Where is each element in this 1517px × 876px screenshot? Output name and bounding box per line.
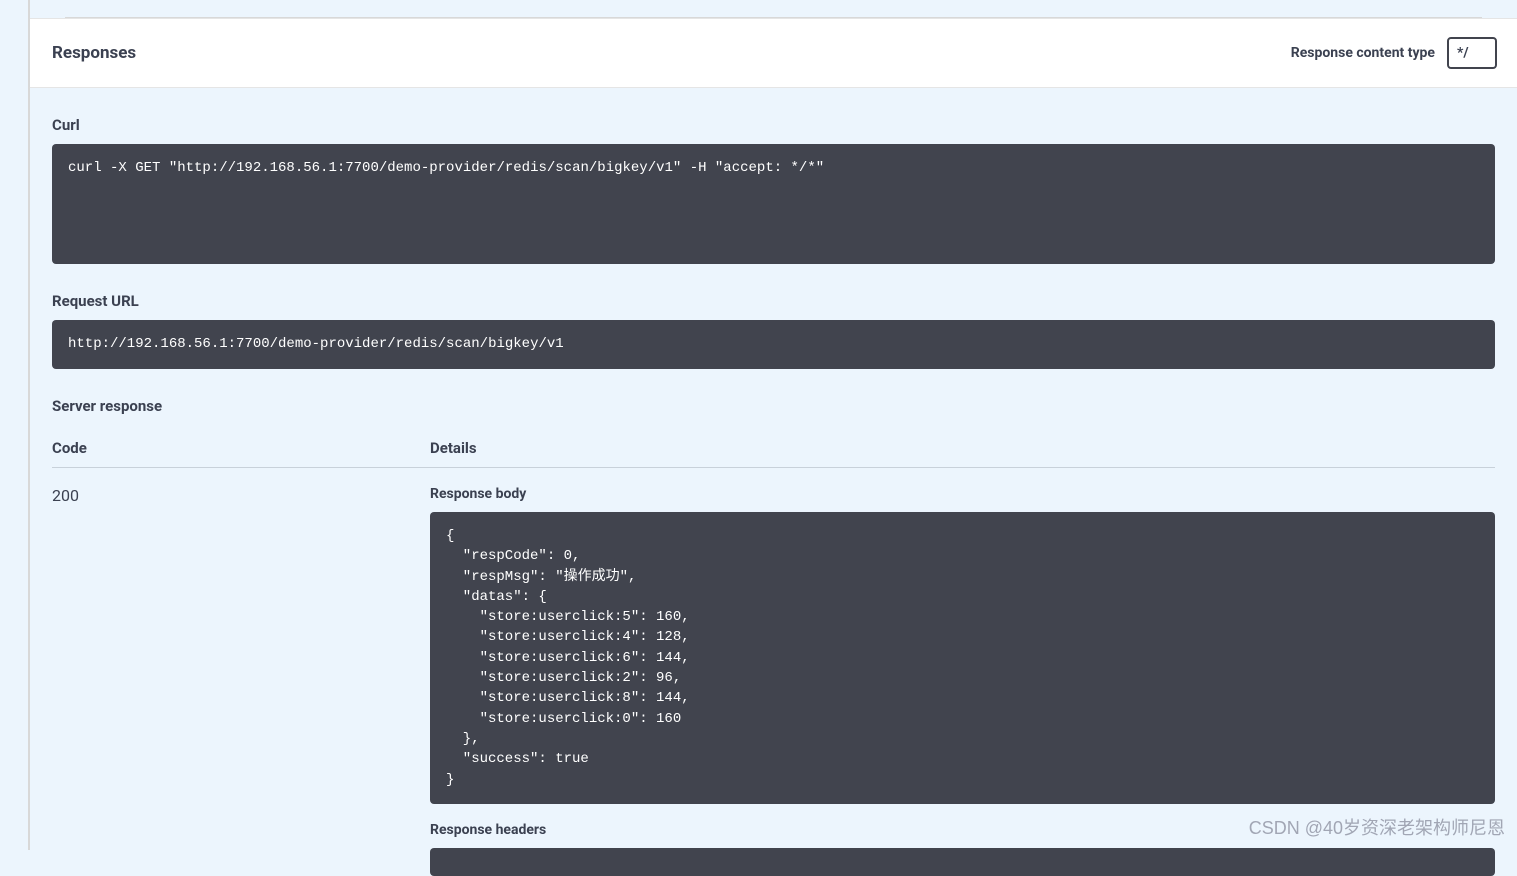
response-headers-label: Response headers: [430, 822, 1495, 838]
table-header-row: Code Details: [52, 439, 1495, 468]
details-cell: Response body { "respCode": 0, "respMsg"…: [430, 486, 1495, 876]
request-url-section: Request URL http://192.168.56.1:7700/dem…: [30, 292, 1517, 369]
server-response-section: Server response: [30, 397, 1517, 415]
status-code-cell: 200: [52, 486, 430, 876]
content-type-wrap: Response content type */: [1291, 37, 1497, 69]
content-type-label: Response content type: [1291, 45, 1435, 61]
responses-title: Responses: [52, 43, 136, 63]
table-row: 200 Response body { "respCode": 0, "resp…: [52, 486, 1495, 876]
response-body-label: Response body: [430, 486, 1495, 502]
curl-command-block[interactable]: curl -X GET "http://192.168.56.1:7700/de…: [52, 144, 1495, 264]
main-content: Responses Response content type */ Curl …: [30, 0, 1517, 850]
left-border: [28, 0, 30, 850]
content-type-select[interactable]: */: [1447, 37, 1497, 69]
details-column-header: Details: [430, 439, 477, 457]
curl-section: Curl curl -X GET "http://192.168.56.1:77…: [30, 116, 1517, 264]
response-body-block[interactable]: { "respCode": 0, "respMsg": "操作成功", "dat…: [430, 512, 1495, 804]
responses-header-bar: Responses Response content type */: [30, 18, 1517, 88]
server-response-label: Server response: [52, 397, 1495, 415]
request-url-block[interactable]: http://192.168.56.1:7700/demo-provider/r…: [52, 320, 1495, 369]
curl-label: Curl: [52, 116, 1495, 134]
request-url-label: Request URL: [52, 292, 1495, 310]
response-table: Code Details 200 Response body { "respCo…: [30, 439, 1517, 876]
code-column-header: Code: [52, 439, 430, 457]
top-divider: [65, 0, 1482, 18]
response-headers-block[interactable]: [430, 848, 1495, 876]
